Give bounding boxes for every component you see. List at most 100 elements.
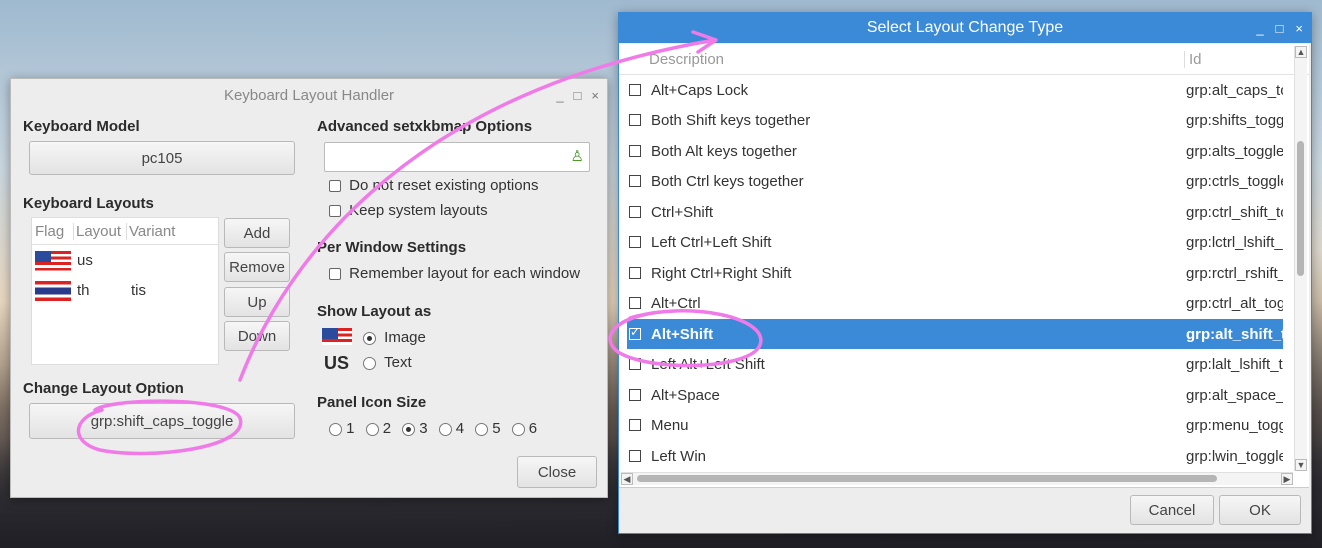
list-item[interactable]: Both Shift keys together grp:shifts_togg (627, 105, 1283, 135)
scroll-right-icon[interactable]: ▶ (1281, 473, 1293, 485)
down-button[interactable]: Down (224, 321, 290, 351)
row-description: Left Ctrl+Left Shift (651, 233, 772, 251)
maximize-icon[interactable]: □ (574, 88, 582, 103)
text-label: Text (384, 354, 412, 371)
icon-size-option[interactable]: 2 (365, 420, 391, 437)
col-flag[interactable]: Flag (35, 223, 64, 240)
options-list[interactable]: Description Id Alt+Caps Lock grp:alt_caps… (619, 44, 1309, 488)
horizontal-scrollbar[interactable]: ◀ ▶ (621, 472, 1293, 485)
icon-size-option[interactable]: 3 (402, 420, 428, 437)
icon-size-option[interactable]: 1 (329, 420, 355, 437)
change-layout-heading: Change Layout Option (23, 380, 184, 397)
row-checkbox[interactable] (629, 175, 641, 187)
select-layout-change-type-window: Select Layout Change Type _ □ × Descript… (618, 12, 1312, 534)
row-id: grp:lctrl_lshift_t (1186, 233, 1283, 251)
minimize-icon[interactable]: _ (1256, 21, 1263, 36)
list-item[interactable]: Left Ctrl+Left Shift grp:lctrl_lshift_t (627, 227, 1283, 257)
icon-size-option[interactable]: 4 (438, 420, 464, 437)
close-button[interactable]: Close (517, 456, 597, 488)
cancel-button[interactable]: Cancel (1130, 495, 1214, 525)
layout-name: th (77, 282, 90, 299)
row-checkbox[interactable] (629, 450, 641, 462)
row-description: Left Alt+Left Shift (651, 355, 765, 373)
us-flag-icon (322, 328, 352, 345)
row-checkbox[interactable] (629, 267, 641, 279)
layout-row[interactable]: us (32, 250, 218, 272)
remember-option[interactable]: Remember layout for each window (329, 265, 580, 282)
show-layout-heading: Show Layout as (317, 303, 432, 320)
row-checkbox[interactable] (629, 419, 641, 431)
text-option[interactable]: Text (363, 354, 412, 371)
row-checkbox[interactable] (629, 206, 641, 218)
list-item[interactable]: Left Alt+Left Shift grp:lalt_lshift_t (627, 349, 1283, 379)
row-description: Both Alt keys together (651, 142, 797, 160)
no-reset-checkbox[interactable] (329, 180, 341, 193)
col-layout[interactable]: Layout (73, 223, 121, 240)
row-checkbox[interactable] (629, 297, 641, 309)
list-item-selected[interactable]: Alt+Shift grp:alt_shift_to (627, 319, 1283, 349)
list-item[interactable]: Both Ctrl keys together grp:ctrls_toggle (627, 166, 1283, 196)
window-title: Keyboard Layout Handler (223, 86, 395, 104)
clear-text-icon[interactable]: ♙ (571, 147, 584, 165)
scroll-left-icon[interactable]: ◀ (621, 473, 633, 485)
layout-name: us (77, 252, 93, 269)
layout-row[interactable]: th tis (32, 280, 218, 302)
keep-system-option[interactable]: Keep system layouts (329, 202, 488, 219)
keyboard-model-button[interactable]: pc105 (29, 141, 295, 175)
title-bar: Keyboard Layout Handler _ □ × (11, 79, 607, 111)
col-variant[interactable]: Variant (126, 223, 175, 240)
advanced-options-heading: Advanced setxkbmap Options (317, 118, 533, 135)
vertical-scrollbar[interactable]: ▲ ▼ (1294, 46, 1307, 471)
ok-button[interactable]: OK (1219, 495, 1301, 525)
col-description[interactable]: Description (649, 51, 724, 68)
list-item[interactable]: Alt+Space grp:alt_space_t (627, 380, 1283, 410)
row-checkbox[interactable] (629, 84, 641, 96)
list-item[interactable]: Ctrl+Shift grp:ctrl_shift_to (627, 197, 1283, 227)
col-id[interactable]: Id (1184, 51, 1202, 68)
scroll-up-icon[interactable]: ▲ (1295, 46, 1307, 58)
row-description: Menu (651, 416, 689, 434)
row-checkbox[interactable] (629, 114, 641, 126)
close-icon[interactable]: × (591, 88, 599, 103)
scrollbar-thumb[interactable] (1297, 141, 1304, 276)
image-option[interactable]: Image (363, 329, 426, 346)
minimize-icon[interactable]: _ (556, 88, 563, 103)
maximize-icon[interactable]: □ (1276, 21, 1284, 36)
down-label: Down (237, 327, 277, 345)
layouts-list[interactable]: Flag Layout Variant us th tis (31, 217, 219, 365)
row-checkbox[interactable] (629, 236, 641, 248)
no-reset-option[interactable]: Do not reset existing options (329, 177, 538, 194)
advanced-options-input[interactable]: ♙ (324, 142, 590, 172)
row-checkbox-checked[interactable] (629, 325, 641, 340)
list-item[interactable]: Alt+Caps Lock grp:alt_caps_to (627, 75, 1283, 105)
image-radio[interactable] (363, 331, 376, 345)
add-label: Add (243, 224, 271, 242)
scrollbar-thumb[interactable] (637, 475, 1217, 482)
icon-size-option[interactable]: 5 (475, 420, 501, 437)
layouts-header: Flag Layout Variant (32, 218, 218, 245)
text-radio[interactable] (363, 356, 376, 370)
remember-checkbox[interactable] (329, 268, 341, 281)
keyboard-layout-handler-window: Keyboard Layout Handler _ □ × Keyboard M… (10, 78, 608, 498)
up-button[interactable]: Up (224, 287, 290, 317)
icon-size-radios: 1 2 3 4 5 6 (329, 420, 537, 437)
thai-flag-icon (35, 281, 71, 301)
change-layout-button[interactable]: grp:shift_caps_toggle (29, 403, 295, 439)
list-item[interactable]: Menu grp:menu_togg (627, 410, 1283, 440)
list-item[interactable]: Right Ctrl+Right Shift grp:rctrl_rshift_ (627, 258, 1283, 288)
keep-system-checkbox[interactable] (329, 205, 341, 218)
list-item[interactable]: Alt+Ctrl grp:ctrl_alt_tog (627, 288, 1283, 318)
keyboard-layouts-heading: Keyboard Layouts (23, 195, 154, 212)
keyboard-model-heading: Keyboard Model (23, 118, 140, 135)
add-button[interactable]: Add (224, 218, 290, 248)
list-item[interactable]: Both Alt keys together grp:alts_toggle (627, 136, 1283, 166)
close-icon[interactable]: × (1295, 21, 1303, 36)
row-id: grp:alt_shift_to (1186, 325, 1283, 343)
icon-size-option[interactable]: 6 (511, 420, 537, 437)
remove-button[interactable]: Remove (224, 252, 290, 282)
row-checkbox[interactable] (629, 389, 641, 401)
list-item[interactable]: Left Win grp:lwin_toggle (627, 441, 1283, 471)
scroll-down-icon[interactable]: ▼ (1295, 459, 1307, 471)
row-checkbox[interactable] (629, 358, 641, 370)
row-checkbox[interactable] (629, 145, 641, 157)
